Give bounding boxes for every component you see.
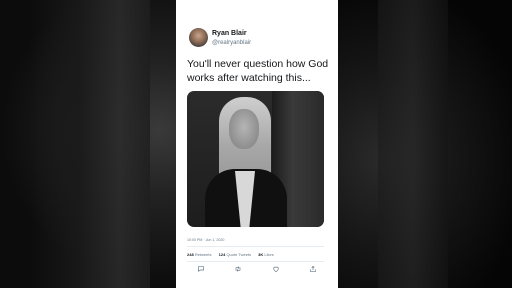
retweets-label: Retweets xyxy=(194,252,212,257)
divider xyxy=(187,246,324,247)
tweet-actions xyxy=(197,265,317,273)
quote-tweets-label: Quote Tweets xyxy=(226,252,252,257)
retweets-stat[interactable]: 248 Retweets xyxy=(187,252,212,257)
heart-icon[interactable] xyxy=(272,265,280,273)
divider xyxy=(187,261,324,262)
avatar[interactable] xyxy=(189,28,208,47)
quote-tweets-stat[interactable]: 124 Quote Tweets xyxy=(219,252,251,257)
author-name[interactable]: Ryan Blair xyxy=(212,30,247,37)
quote-tweets-count: 124 xyxy=(218,252,226,257)
retweet-icon[interactable] xyxy=(234,265,242,273)
share-icon[interactable] xyxy=(309,265,317,273)
media-person-face xyxy=(229,109,259,149)
likes-label: Likes xyxy=(264,252,274,257)
tweet-text: You'll never question how God works afte… xyxy=(187,58,329,84)
likes-count: 3K xyxy=(258,252,264,257)
tweet-video-thumbnail[interactable] xyxy=(187,91,324,227)
retweets-count: 248 xyxy=(187,252,194,257)
tweet-stats: 248 Retweets 124 Quote Tweets 3K Likes xyxy=(187,252,274,257)
comment-icon[interactable] xyxy=(197,265,205,273)
blurred-background-left xyxy=(0,0,176,288)
video-frame: Ryan Blair @realryanblair You'll never q… xyxy=(0,0,512,288)
blurred-background-right xyxy=(338,0,512,288)
author-handle[interactable]: @realryanblair xyxy=(212,40,251,46)
likes-stat[interactable]: 3K Likes xyxy=(258,252,274,257)
tweet-timestamp[interactable]: 10:00 PM · Jun 1, 2020 xyxy=(187,238,224,242)
